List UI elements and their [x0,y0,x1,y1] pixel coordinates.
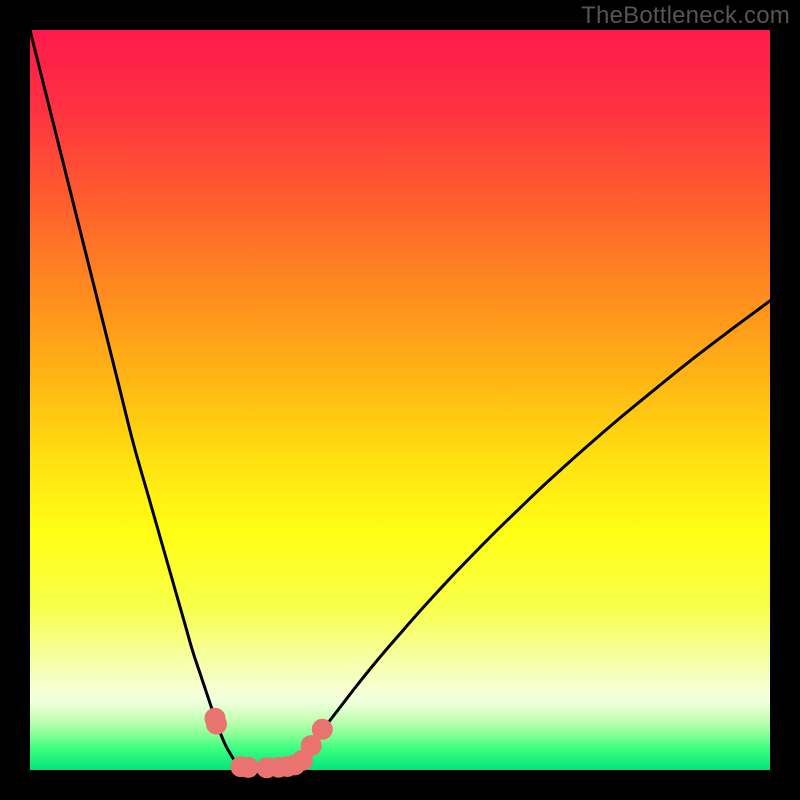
bottleneck-chart [0,0,800,800]
marker-point [206,714,226,734]
chart-frame: TheBottleneck.com [0,0,800,800]
plot-background [30,30,770,770]
marker-point [312,719,332,739]
watermark-text: TheBottleneck.com [581,2,790,30]
marker-point [238,757,258,777]
